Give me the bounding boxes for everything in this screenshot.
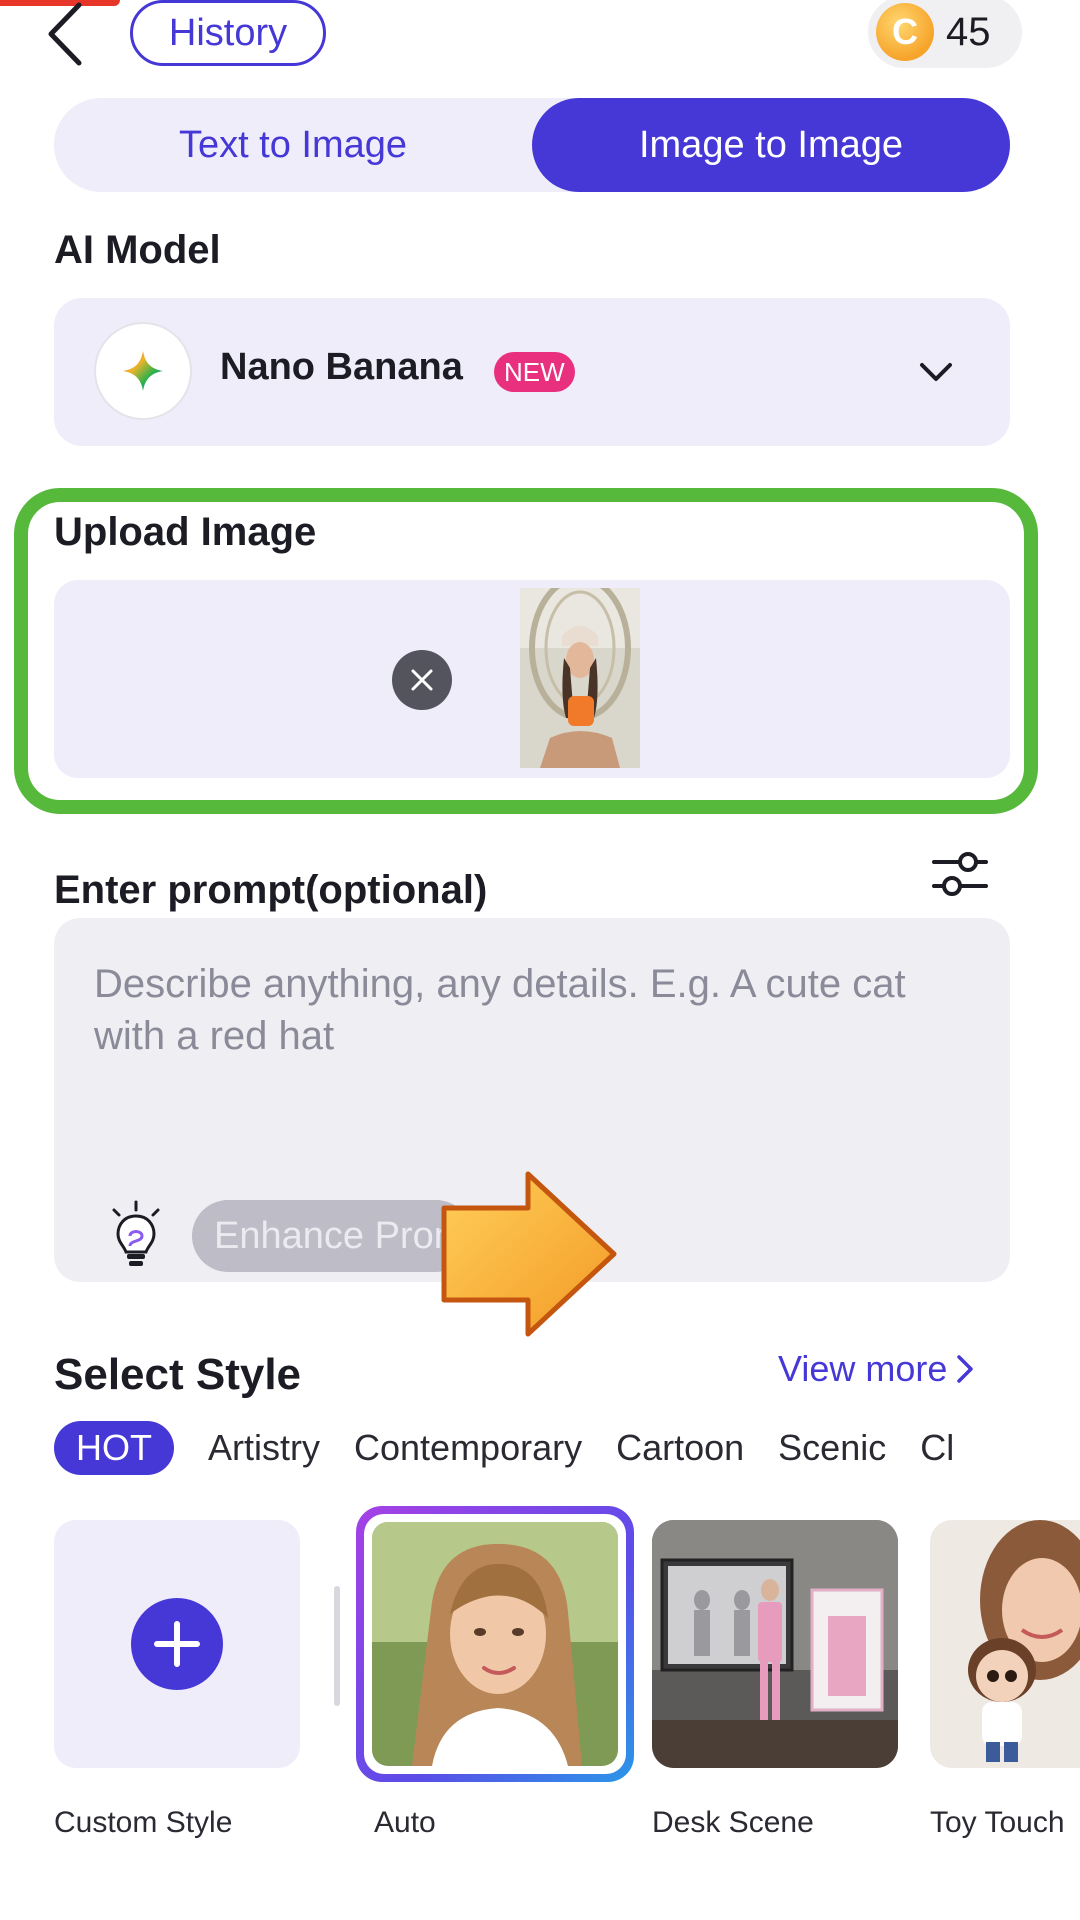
coin-balance[interactable]: C 45 xyxy=(868,0,1022,68)
prompt-placeholder: Describe anything, any details. E.g. A c… xyxy=(94,962,906,1058)
category-tab-hot[interactable]: HOT xyxy=(54,1421,174,1475)
remove-image-button[interactable] xyxy=(392,650,452,710)
settings-sliders-icon[interactable] xyxy=(930,844,990,904)
tab-text-to-image[interactable]: Text to Image xyxy=(54,98,532,192)
chevron-left-icon xyxy=(48,2,82,66)
category-tab-contemporary[interactable]: Contemporary xyxy=(354,1427,582,1469)
pointer-arrow-icon xyxy=(440,1168,620,1340)
upload-area[interactable] xyxy=(54,580,1010,778)
style-card-label: Desk Scene xyxy=(652,1806,814,1839)
category-tab-cartoon[interactable]: Cartoon xyxy=(616,1427,744,1469)
upload-image-title: Upload Image xyxy=(54,510,317,554)
category-tab-artistry[interactable]: Artistry xyxy=(208,1427,320,1469)
coin-count: 45 xyxy=(946,9,991,54)
auto-style-thumbnail xyxy=(372,1522,618,1766)
prompt-title: Enter prompt(optional) xyxy=(54,868,488,912)
style-category-tabs: HOT Artistry Contemporary Cartoon Scenic… xyxy=(54,1420,954,1476)
history-button[interactable]: History xyxy=(130,0,326,66)
style-card-label: Auto xyxy=(374,1806,436,1839)
style-card-desk-scene[interactable] xyxy=(652,1520,898,1768)
category-tab-scenic[interactable]: Scenic xyxy=(778,1427,886,1469)
tab-image-to-image[interactable]: Image to Image xyxy=(532,98,1010,192)
style-card-toy-touch[interactable] xyxy=(930,1520,1080,1768)
select-style-title: Select Style xyxy=(54,1350,302,1399)
view-more-label: View more xyxy=(778,1348,948,1389)
back-button[interactable] xyxy=(30,0,100,70)
chevron-down-icon[interactable] xyxy=(914,350,958,394)
category-tab-more[interactable]: Cl xyxy=(920,1427,954,1469)
scroll-divider xyxy=(334,1586,340,1706)
lightbulb-icon[interactable] xyxy=(104,1200,168,1270)
close-icon xyxy=(411,669,433,691)
view-more-link[interactable]: View more xyxy=(778,1348,975,1390)
plus-icon xyxy=(131,1598,223,1690)
enhance-prompt-button[interactable]: Enhance Prompt xyxy=(192,1200,472,1272)
mode-toggle: Text to Image Image to Image xyxy=(54,98,1010,192)
coin-icon: C xyxy=(876,3,934,61)
model-selector[interactable]: Nano Banana NEW xyxy=(54,298,1010,446)
style-card-label: Custom Style xyxy=(54,1806,233,1839)
style-card-auto[interactable] xyxy=(356,1506,634,1782)
new-badge: NEW xyxy=(494,352,575,392)
uploaded-image-thumbnail[interactable] xyxy=(520,588,640,768)
style-card-custom[interactable] xyxy=(54,1520,300,1768)
ai-model-title: AI Model xyxy=(54,228,221,272)
model-name: Nano Banana xyxy=(220,346,463,388)
style-card-label: Toy Touch xyxy=(930,1806,1065,1839)
chevron-right-icon xyxy=(957,1355,974,1383)
model-logo-icon xyxy=(94,322,192,420)
